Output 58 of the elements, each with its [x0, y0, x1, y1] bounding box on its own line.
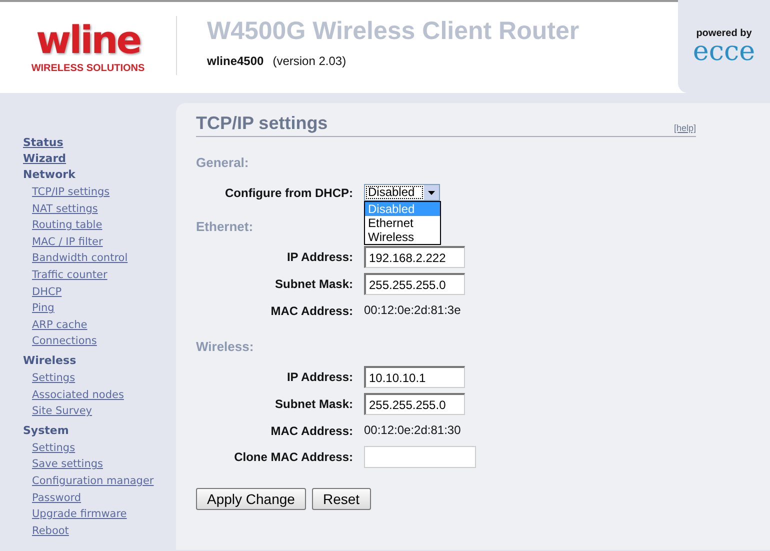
field-label: MAC Address:: [270, 424, 353, 438]
input-field[interactable]: 255.255.255.0: [364, 273, 465, 295]
nav-link[interactable]: DHCP: [32, 284, 62, 300]
nav-link[interactable]: NAT settings: [32, 200, 98, 218]
dropdown-option[interactable]: Disabled: [365, 202, 440, 216]
nav-link[interactable]: Associated nodes: [32, 386, 124, 404]
field-value: 00:12:0e:2d:81:30: [364, 422, 462, 439]
brand-logo: ecce: [692, 39, 756, 65]
field-label: Configure from DHCP:: [225, 186, 353, 200]
nav-link[interactable]: Save settings: [32, 456, 103, 473]
nav-link[interactable]: Connections: [32, 333, 97, 350]
logo-wordmark: wline: [36, 21, 140, 59]
nav-link[interactable]: Status: [23, 135, 64, 151]
field-label: IP Address:: [286, 370, 353, 384]
help-link[interactable]: [help]: [674, 123, 696, 133]
caret-icon: [428, 190, 435, 194]
input-field[interactable]: [364, 446, 476, 468]
nav-link[interactable]: Settings: [32, 370, 76, 387]
nav-link[interactable]: Reboot: [32, 522, 69, 540]
nav-link[interactable]: Password: [32, 490, 82, 506]
field-label: Subnet Mask:: [274, 397, 353, 411]
nav-link[interactable]: Settings: [32, 440, 76, 456]
field-value: 00:12:0e:2d:81:3e: [364, 302, 462, 319]
group-heading: Wireless:: [196, 339, 254, 354]
logo-tagline: WIRELESS SOLUTIONS: [31, 63, 145, 74]
device-name: wline4500: [207, 54, 264, 68]
nav-group-heading: Network: [23, 167, 76, 183]
apply-button[interactable]: Apply Change: [196, 488, 306, 510]
powered-by-label: powered by: [696, 28, 752, 39]
page-title: W4500G Wireless Client Router: [207, 17, 580, 46]
nav-link[interactable]: Bandwidth control: [32, 250, 128, 267]
nav-link[interactable]: Upgrade firmware: [32, 506, 127, 523]
nav-link[interactable]: Wizard: [23, 151, 66, 167]
dropdown-option[interactable]: Ethernet: [365, 216, 440, 230]
field-label: IP Address:: [286, 250, 353, 264]
nav-link[interactable]: Routing table: [32, 217, 102, 234]
field-label: MAC Address:: [270, 304, 353, 318]
nav-group-heading: System: [23, 422, 69, 439]
input-field[interactable]: 255.255.255.0: [364, 393, 465, 415]
nav-link[interactable]: MAC / IP filter: [32, 234, 103, 250]
version-text: (version 2.03): [272, 54, 346, 68]
nav-link[interactable]: Traffic counter: [32, 266, 108, 284]
nav-link[interactable]: ARP cache: [32, 316, 88, 334]
field-label: Clone MAC Address:: [234, 450, 353, 464]
dropdown[interactable]: Disabled: [364, 184, 440, 201]
input-field[interactable]: 192.168.2.222: [364, 246, 465, 268]
nav-link[interactable]: Site Survey: [32, 403, 92, 420]
nav-group-heading: Wireless: [23, 352, 76, 369]
nav-link[interactable]: Ping: [32, 300, 54, 317]
nav-link[interactable]: Configuration manager: [32, 472, 154, 490]
input-field[interactable]: 10.10.10.1: [364, 366, 465, 388]
nav-link[interactable]: TCP/IP settings: [32, 184, 110, 201]
dropdown-option[interactable]: Wireless: [365, 230, 440, 244]
reset-button[interactable]: Reset: [312, 488, 371, 510]
section-title: TCP/IP settings: [196, 113, 328, 134]
field-label: Subnet Mask:: [274, 277, 353, 291]
group-heading: Ethernet:: [196, 219, 254, 234]
group-heading: General:: [196, 155, 249, 170]
